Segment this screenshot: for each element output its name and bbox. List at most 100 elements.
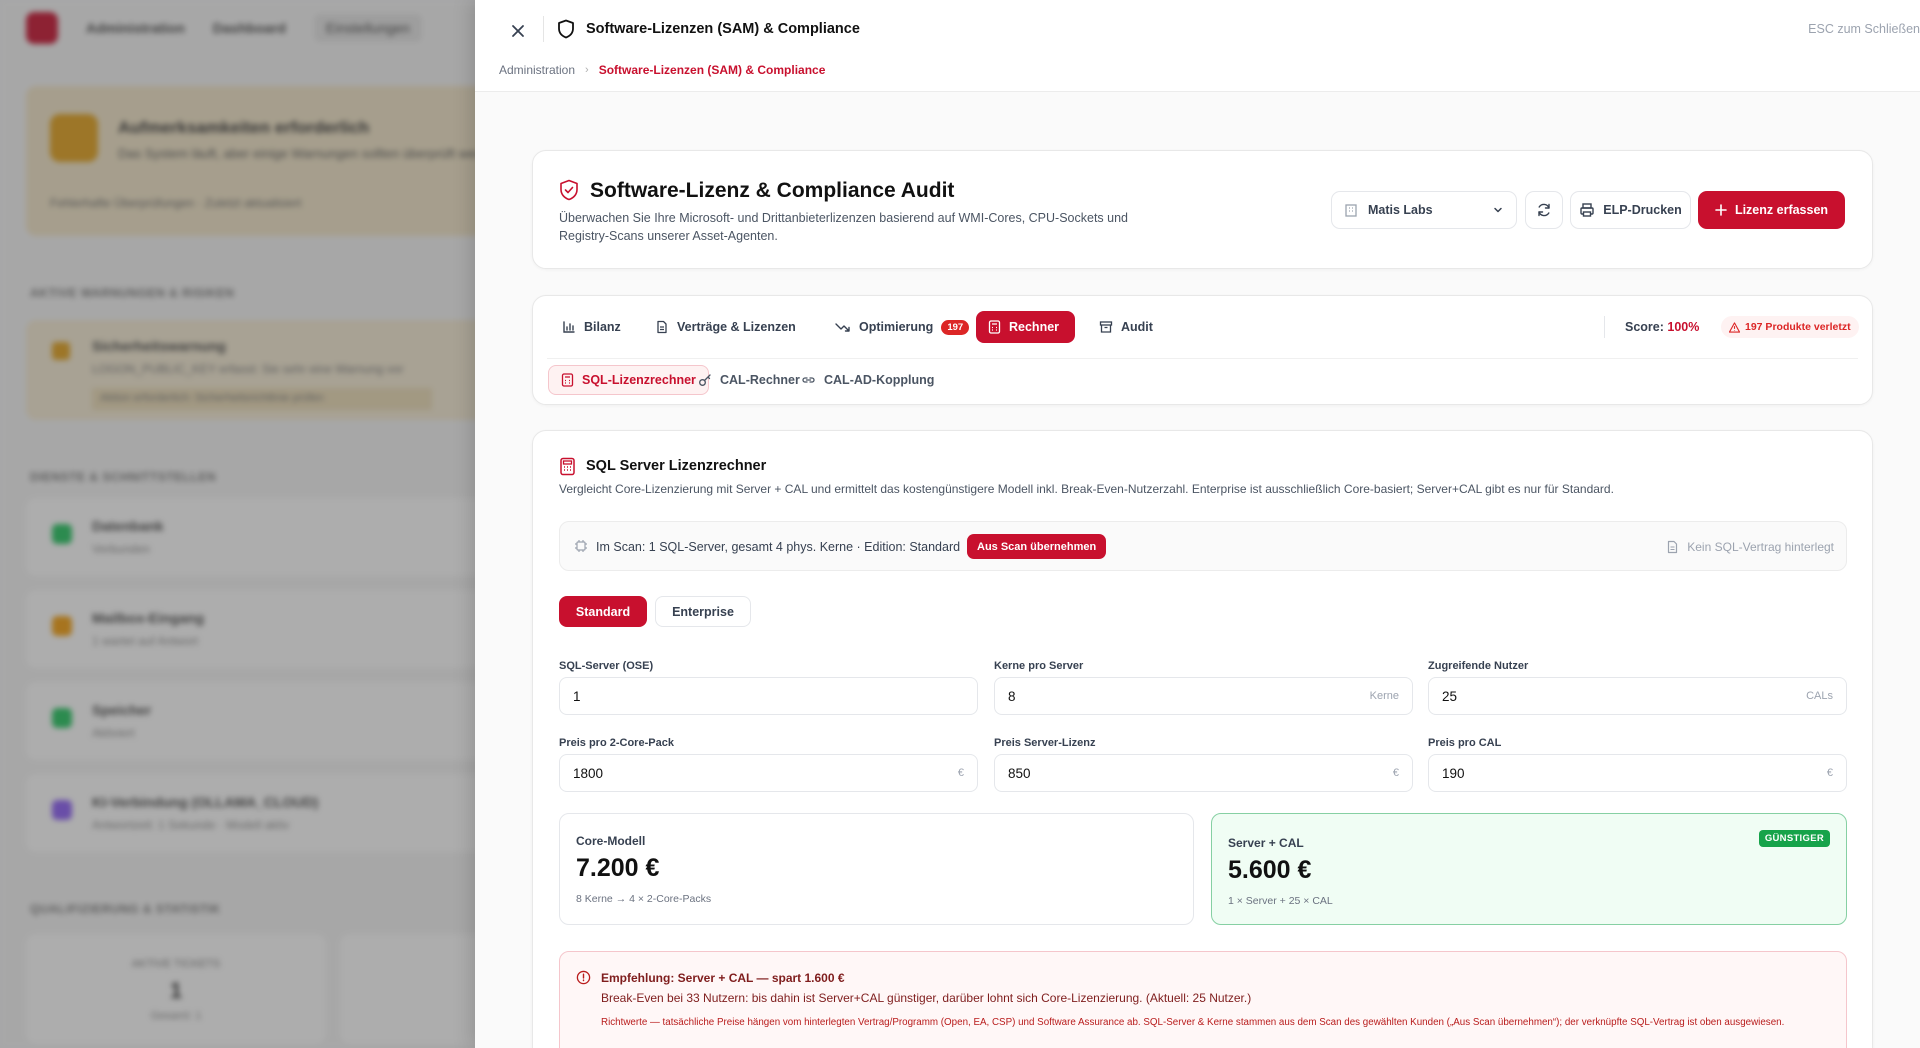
- chevron-down-icon: [1494, 207, 1502, 213]
- edition-standard-button[interactable]: Standard: [559, 596, 647, 627]
- shield-icon: [558, 19, 574, 39]
- euro-unit: €: [1392, 767, 1399, 779]
- subtab-label: CAL-Rechner: [720, 373, 800, 387]
- price-cal-label: Preis pro CAL: [1428, 737, 1502, 749]
- core-model-value: 7.200 €: [576, 854, 660, 882]
- edition-enterprise-button[interactable]: Enterprise: [655, 596, 751, 627]
- tab-optimierung[interactable]: Optimierung 197: [823, 311, 981, 343]
- client-select-value: Matis Labs: [1368, 203, 1433, 217]
- apply-scan-button[interactable]: Aus Scan übernehmen: [967, 534, 1107, 559]
- add-license-label: Lizenz erfassen: [1734, 203, 1829, 217]
- link-icon: [802, 377, 815, 383]
- document-icon: [1668, 540, 1678, 554]
- tab-rechner[interactable]: Rechner: [976, 311, 1075, 343]
- server-cal-value: 5.600 €: [1228, 856, 1312, 884]
- recommendation-note: Richtwerte — tatsächliche Preise hängen …: [601, 1017, 1785, 1028]
- calculator-icon: [560, 457, 575, 476]
- price-server-value: 850: [1008, 765, 1031, 781]
- info-icon: [576, 970, 591, 985]
- tab-label: Verträge & Lizenzen: [677, 320, 796, 334]
- price-cal-input[interactable]: 190 €: [1428, 754, 1847, 792]
- close-button[interactable]: [505, 18, 531, 44]
- breadcrumb-administration[interactable]: Administration: [499, 63, 575, 77]
- subtab-label: SQL-Lizenzrechner: [582, 373, 696, 387]
- elp-print-label: ELP-Drucken: [1603, 203, 1682, 217]
- audit-title: Software-Lizenz & Compliance Audit: [590, 179, 955, 202]
- cores-unit: Kerne: [1369, 690, 1399, 702]
- plus-icon: [1715, 204, 1727, 216]
- add-license-button[interactable]: Lizenz erfassen: [1698, 191, 1845, 229]
- client-select[interactable]: Matis Labs: [1331, 191, 1517, 229]
- recommendation-title: Empfehlung: Server + CAL — spart 1.600 €: [601, 971, 845, 985]
- calculator-icon: [561, 373, 574, 387]
- calculator-description: Vergleicht Core-Lizenzierung mit Server …: [559, 482, 1614, 496]
- price-cal-value: 190: [1442, 765, 1465, 781]
- core-model-detail: 8 Kerne → 4 × 2-Core-Packs: [576, 893, 712, 905]
- tab-audit[interactable]: Audit: [1087, 311, 1165, 343]
- cores-per-server-value: 8: [1008, 688, 1016, 704]
- core-model-result: Core-Modell 7.200 € 8 Kerne → 4 × 2-Core…: [559, 813, 1194, 925]
- cpu-icon: [575, 540, 587, 552]
- shield-check-icon: [560, 179, 578, 201]
- document-icon: [657, 320, 667, 334]
- recommendation-text: Break-Even bei 33 Nutzern: bis dahin ist…: [601, 991, 1252, 1005]
- violation-badge: 197 Produkte verletzt: [1721, 316, 1859, 338]
- tabs-card: Bilanz Verträge & Lizenzen Optimierung 1…: [532, 295, 1873, 405]
- modal-backdrop[interactable]: [0, 0, 475, 1048]
- printer-icon: [1580, 203, 1594, 217]
- header-divider: [543, 16, 544, 42]
- trending-down-icon: [835, 323, 850, 332]
- euro-unit: €: [1826, 767, 1833, 779]
- sql-calculator-card: SQL Server Lizenzrechner Vergleicht Core…: [532, 430, 1873, 1048]
- sql-servers-label: SQL-Server (OSE): [559, 660, 654, 672]
- price-core-pack-input[interactable]: 1800 €: [559, 754, 978, 792]
- tabs-separator: [547, 358, 1858, 359]
- tab-label: Rechner: [1009, 320, 1060, 334]
- alert-triangle-icon: [1729, 321, 1740, 333]
- tab-label: Optimierung: [859, 320, 934, 334]
- calculator-icon: [988, 320, 1001, 334]
- server-cal-label: Server + CAL: [1228, 836, 1304, 850]
- tabs-divider: [1604, 316, 1605, 338]
- breadcrumb: Administration › Software-Lizenzen (SAM)…: [499, 63, 825, 77]
- refresh-icon: [1538, 203, 1550, 217]
- panel-header: Software-Lizenzen (SAM) & Compliance ESC…: [475, 0, 1920, 92]
- key-icon: [699, 374, 711, 386]
- score-label: Score:: [1625, 320, 1664, 334]
- panel-title: Software-Lizenzen (SAM) & Compliance: [586, 21, 860, 37]
- subtab-cal-ad-coupling[interactable]: CAL-AD-Kopplung: [789, 365, 946, 395]
- elp-print-button[interactable]: ELP-Drucken: [1570, 191, 1691, 229]
- scan-summary: Im Scan: 1 SQL-Server, gesamt 4 phys. Ke…: [596, 540, 961, 554]
- price-core-pack-value: 1800: [573, 765, 604, 781]
- tab-vertraege-lizenzen[interactable]: Verträge & Lizenzen: [643, 311, 808, 343]
- esc-hint: ESC zum Schließen: [1808, 22, 1920, 36]
- server-cal-detail: 1 × Server + 25 × CAL: [1228, 895, 1333, 907]
- calculator-title: SQL Server Lizenzrechner: [586, 458, 767, 474]
- score-value: 100%: [1667, 320, 1700, 334]
- compliance-score: Score: 100%: [1625, 320, 1699, 334]
- audit-header-card: Software-Lizenz & Compliance Audit Überw…: [532, 150, 1873, 269]
- subtab-sql-license-calculator[interactable]: SQL-Lizenzrechner: [548, 365, 709, 395]
- euro-unit: €: [957, 767, 964, 779]
- cores-per-server-label: Kerne pro Server: [994, 660, 1084, 672]
- contract-status: Kein SQL-Vertrag hinterlegt: [1666, 540, 1834, 554]
- recommendation-box: Empfehlung: Server + CAL — spart 1.600 €…: [559, 951, 1847, 1048]
- server-cal-result: Server + CAL 5.600 € 1 × Server + 25 × C…: [1211, 813, 1847, 925]
- cheaper-badge: GÜNSTIGER: [1758, 830, 1830, 847]
- users-input[interactable]: 25 CALs: [1428, 677, 1847, 715]
- tab-label: Bilanz: [584, 320, 621, 334]
- refresh-button[interactable]: [1525, 191, 1563, 229]
- chevron-right-icon: ›: [585, 64, 589, 76]
- optimization-count-badge: 197: [941, 319, 970, 335]
- price-core-pack-label: Preis pro 2-Core-Pack: [559, 737, 674, 749]
- price-server-input[interactable]: 850 €: [994, 754, 1413, 792]
- archive-icon: [1099, 321, 1113, 333]
- sam-panel: Software-Lizenzen (SAM) & Compliance ESC…: [475, 0, 1920, 1048]
- scan-info-box: Im Scan: 1 SQL-Server, gesamt 4 phys. Ke…: [559, 521, 1847, 571]
- sql-servers-input[interactable]: 1: [559, 677, 978, 715]
- bar-chart-icon: [563, 321, 575, 333]
- cores-per-server-input[interactable]: 8 Kerne: [994, 677, 1413, 715]
- tab-bilanz[interactable]: Bilanz: [550, 311, 633, 343]
- subtab-label: CAL-AD-Kopplung: [824, 373, 935, 387]
- building-icon: [1345, 204, 1357, 217]
